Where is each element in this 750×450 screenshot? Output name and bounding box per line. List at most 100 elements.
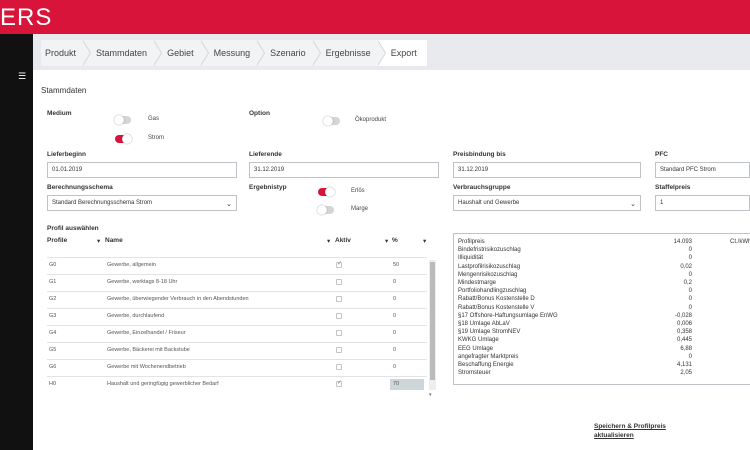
header-aktiv[interactable]: Aktiv: [335, 237, 351, 244]
tab-label: Stammdaten: [96, 48, 148, 58]
filter-icon[interactable]: ▾: [423, 237, 426, 245]
price-row: Stromsteuer 2,05: [458, 369, 748, 377]
staffelpreis-input[interactable]: 1: [655, 195, 750, 211]
aktiv-checkbox[interactable]: [336, 379, 342, 387]
price-value: 0,2: [683, 280, 692, 286]
strom-toggle[interactable]: [115, 134, 132, 144]
aktiv-checkbox[interactable]: [336, 279, 342, 285]
erloes-label: Erlös: [351, 188, 365, 194]
table-row[interactable]: G5 Gewerbe, Bäckerei mit Backstube 0: [47, 342, 427, 357]
price-value: 6,88: [680, 345, 692, 352]
price-value: 0,445: [676, 337, 692, 344]
oekoprodukt-label: Ökoprodukt: [355, 117, 387, 123]
price-value: 14.093: [673, 239, 692, 245]
preisbindung-label: Preisbindung bis: [453, 151, 506, 158]
aktiv-checkbox[interactable]: [336, 330, 342, 336]
table-row[interactable]: G0 Gewerbe, allgemein 50: [47, 257, 427, 272]
price-row: Rabatt/Bonus Kostenstelle D 0: [458, 295, 748, 303]
scroll-thumb[interactable]: [430, 262, 435, 380]
table-row[interactable]: G3 Gewerbe, durchlaufend 0: [47, 308, 427, 323]
profile-pct[interactable]: 50: [393, 262, 399, 268]
lieferbeginn-input[interactable]: 01.01.2019: [47, 162, 237, 178]
profile-table-body: G0 Gewerbe, allgemein 50 G1 Gewerbe, wer…: [47, 257, 427, 392]
price-value: 0,358: [676, 329, 692, 336]
erloes-toggle[interactable]: [318, 187, 335, 197]
save-update-link-line1: Speichern & Profilpreis: [594, 423, 666, 430]
profile-pct[interactable]: 0: [393, 279, 396, 285]
option-label: Option: [249, 110, 270, 117]
marge-toggle[interactable]: [317, 205, 334, 215]
profile-code: G2: [49, 296, 57, 302]
tab-stammdaten[interactable]: Stammdaten: [82, 40, 163, 66]
profile-name: Gewerbe mit Wochenendbetrieb: [107, 364, 186, 370]
gas-toggle[interactable]: [114, 115, 131, 125]
tab-label: Gebiet: [167, 48, 194, 58]
table-row[interactable]: G4 Gewerbe, Einzelhandel / Friseur 0: [47, 325, 427, 340]
price-row: Profilpreis 14.093 Ct./kWh: [458, 238, 750, 246]
sort-icon: ▾: [97, 238, 101, 245]
profile-name: Gewerbe, Bäckerei mit Backstube: [107, 347, 190, 353]
price-label: KWKG Umlage: [458, 337, 499, 344]
price-label: Rabatt/Bonus Kostenstelle V: [458, 304, 535, 311]
oekoprodukt-toggle[interactable]: [323, 116, 340, 126]
price-value: 0: [688, 304, 692, 311]
menu-icon[interactable]: ☰: [18, 72, 26, 81]
table-row[interactable]: H0 Haushalt und geringfügig gewerblicher…: [47, 376, 427, 391]
chevron-down-icon: ⌄: [630, 201, 636, 208]
price-value: 2,05: [680, 370, 692, 377]
medium-label: Medium: [47, 110, 72, 117]
profile-pct[interactable]: 0: [393, 330, 396, 336]
profile-code: G3: [49, 313, 57, 319]
price-row: Beschaffung Energie 4,131: [458, 361, 748, 369]
lieferbeginn-label: Lieferbeginn: [47, 151, 87, 158]
pfc-input[interactable]: Standard PFC Strom: [655, 162, 750, 178]
pfc-label: PFC: [655, 151, 668, 158]
profile-pct[interactable]: 70: [393, 381, 399, 387]
price-row: EEG Umlage 6,88: [458, 345, 748, 353]
aktiv-checkbox[interactable]: [336, 260, 342, 268]
header-name[interactable]: Name: [105, 237, 123, 244]
price-label: Mindestmarge: [458, 280, 497, 286]
profile-pct[interactable]: 0: [393, 347, 396, 353]
price-label: §17 Offshore-Haftungsumlage EnWG: [458, 312, 558, 319]
table-scrollbar[interactable]: [429, 260, 436, 390]
price-row: Illiquidität 0: [458, 254, 748, 262]
price-label: Stromsteuer: [458, 370, 491, 377]
price-value: 0: [688, 271, 692, 278]
price-label: Bindefristrisikozuschlag: [458, 247, 521, 254]
header-pct[interactable]: %: [392, 237, 398, 244]
profile-pct[interactable]: 0: [393, 296, 396, 302]
profile-name: Gewerbe, durchlaufend: [107, 313, 165, 319]
save-update-link[interactable]: Speichern & Profilpreis aktualisieren: [594, 422, 666, 440]
price-breakdown-panel: Profilpreis 14.093 Ct./kWh Bindefristrisiko…: [453, 233, 750, 385]
header-profile[interactable]: Profile: [47, 237, 67, 244]
price-row: §18 Umlage AbLaV 0,006: [458, 320, 748, 328]
marge-label: Marge: [351, 206, 369, 212]
profil-auswaehlen-label: Profil auswählen: [47, 225, 99, 232]
aktiv-checkbox[interactable]: [336, 296, 342, 302]
tab-produkt[interactable]: Produkt: [41, 40, 92, 66]
lieferende-input[interactable]: 31.12.2019: [249, 162, 439, 178]
aktiv-checkbox[interactable]: [336, 313, 342, 319]
tab-label: Ergebnisse: [325, 48, 371, 58]
app-logo: ERS: [0, 4, 53, 31]
table-row[interactable]: G6 Gewerbe mit Wochenendbetrieb 0: [47, 359, 427, 374]
table-row[interactable]: G1 Gewerbe, werktags 8-18 Uhr 0: [47, 274, 427, 289]
scroll-down-icon[interactable]: ▾: [429, 392, 432, 398]
tab-ergebnisse[interactable]: Ergebnisse: [311, 40, 386, 66]
table-row[interactable]: G2 Gewerbe, überwiegender Verbrauch in d…: [47, 291, 427, 306]
verbrauchsgruppe-value: Haushalt und Gewerbe: [458, 200, 520, 206]
chevron-down-icon: ⌄: [226, 201, 232, 208]
price-label: Lastprofilrisikozuschlag: [458, 263, 521, 270]
profile-name: Haushalt und geringfügig gewerblicher Be…: [107, 381, 219, 387]
profile-pct[interactable]: 0: [393, 364, 396, 370]
profile-pct[interactable]: 0: [393, 313, 396, 319]
tab-label: Messung: [213, 48, 251, 58]
berechnungsschema-select[interactable]: Standard Berechnungsschema Strom ⌄: [47, 195, 237, 211]
aktiv-checkbox[interactable]: [336, 347, 342, 353]
profile-table-header: Profile ▾ Name ▾ Aktiv ▾ % ▾: [47, 237, 437, 249]
aktiv-checkbox[interactable]: [336, 364, 342, 370]
preisbindung-input[interactable]: 31.12.2019: [453, 162, 641, 178]
price-row: angefragter Marktpreis 0: [458, 353, 748, 361]
verbrauchsgruppe-select[interactable]: Haushalt und Gewerbe ⌄: [453, 195, 641, 211]
